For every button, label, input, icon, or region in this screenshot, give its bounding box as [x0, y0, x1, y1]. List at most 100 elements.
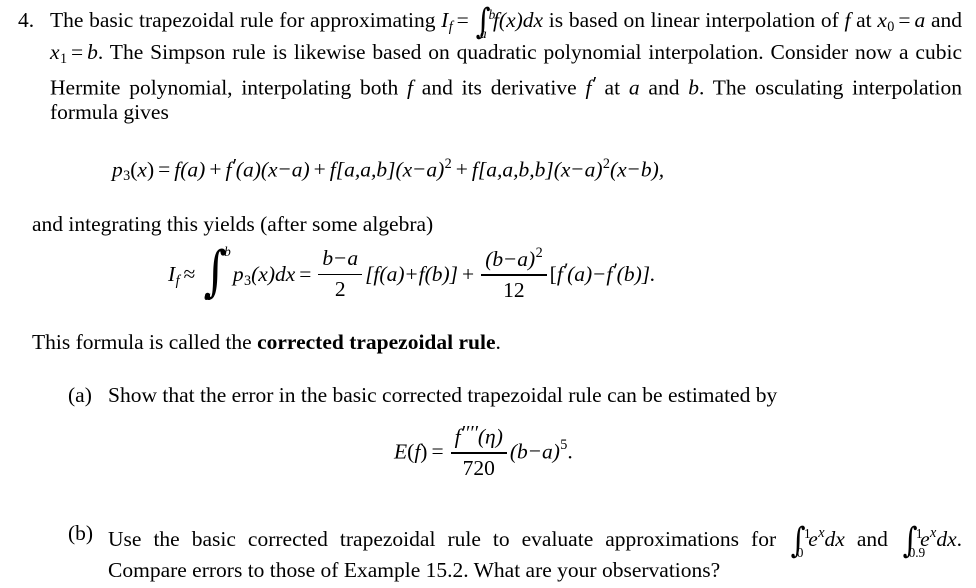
intro-text-2: is based on linear interpolation of — [543, 8, 845, 32]
intro-text-3: at — [850, 8, 878, 32]
list-item-number: 4. — [18, 8, 35, 32]
integral-lower-limit: a — [204, 287, 211, 303]
item-b-text-2: and — [844, 526, 900, 551]
paragraph-intro: The basic trapezoidal rule for approxima… — [50, 5, 962, 125]
intro-text-8: and — [639, 75, 689, 100]
error-tail-minus: − — [528, 439, 541, 464]
p3-plus-1: + — [209, 157, 222, 182]
paragraph-rule-name: This formula is called the corrected tra… — [32, 330, 932, 355]
fraction-numerator: b−a — [318, 246, 362, 272]
p3-term4-exponent: 2 — [602, 155, 610, 172]
trap-bracket1-plus: + — [405, 262, 418, 286]
integral-upper-limit: 1 — [804, 525, 811, 541]
p3-term3-dividef: [a,a,b](x — [335, 157, 413, 182]
p3-minus-4: − — [627, 157, 640, 182]
integrand-dx-2: dx — [936, 526, 957, 551]
integral-lower-limit: 0.9 — [908, 544, 926, 560]
document-page: 4. The basic trapezoidal rule for approx… — [0, 0, 976, 588]
p3-term1-arg: (a) — [180, 157, 206, 182]
item-b-text-1: Use the basic corrected trapezoidal rule… — [108, 526, 789, 551]
symbol-b: b — [87, 39, 98, 64]
p3-plus-3: + — [455, 157, 468, 182]
symbol-x0: x — [877, 8, 887, 32]
rule-name-emphasis: corrected trapezoidal rule — [257, 330, 496, 354]
rule-name-text-2: . — [495, 330, 501, 354]
p3-plus-2: + — [313, 157, 326, 182]
trap-p3: p — [232, 262, 244, 286]
p3-var-x: x — [137, 157, 147, 182]
frac1-b: b — [322, 246, 334, 271]
equation-corrected-trapezoidal: If ≈ ∫ b a p3(x)dx = b−a 2 [f(a)+f(b)] + (b−a)2 12 [f… — [168, 243, 656, 305]
p3-tail-open: (x — [609, 157, 627, 182]
equation-hermite-polynomial: p3(x) = f(a) + f′(a)(x−a) + f[a,a,b](x−a)2 + f[a… — [112, 155, 664, 185]
fraction-fourth-derivative-over-720: f′′′′(η) 720 — [450, 422, 507, 481]
frac2-minus: − — [504, 247, 517, 272]
error-tail-open: (b — [509, 439, 528, 464]
integrand-e-exponent: x — [818, 525, 825, 541]
p3-tail-close: b), — [640, 157, 665, 182]
intro-text-6: and its derivative — [412, 75, 586, 100]
frac1-a: a — [347, 246, 359, 271]
frac2-open: (b — [485, 247, 504, 272]
item-a-text: Show that the error in the basic correct… — [108, 383, 778, 407]
intro-text-4: and — [925, 8, 962, 32]
trap-p3-subscript: 3 — [244, 272, 252, 289]
equation-error-estimate: E(f) = f′′′′(η) 720 (b−a)5. — [394, 422, 573, 483]
p3-minus-3: − — [571, 157, 584, 182]
error-num-primes: ′′′′ — [460, 422, 478, 445]
fraction-numerator: f′′′′(η) — [451, 422, 507, 451]
intro-text-1: The basic trapezoidal rule for approxima… — [50, 8, 442, 32]
frac2-exponent: 2 — [535, 245, 543, 262]
p3-term3-exponent: 2 — [444, 155, 452, 172]
trap-bracket1-open: [f(a) — [365, 262, 405, 286]
paragraph-integrating: and integrating this yields (after some … — [32, 212, 434, 236]
integral-big-a-to-b: ∫ b a — [201, 243, 231, 303]
error-period: . — [567, 439, 573, 464]
p3-minus-2: − — [413, 157, 426, 182]
symbol-a: a — [914, 8, 926, 32]
equals-sign-3: = — [71, 39, 84, 64]
error-E: E — [394, 439, 408, 464]
integral-lower-limit: a — [479, 25, 487, 41]
equals-sign: = — [456, 8, 469, 32]
fraction-denominator: 2 — [334, 277, 346, 302]
p3-term4-close: a) — [584, 157, 603, 182]
p3-term3-close: a) — [426, 157, 445, 182]
error-equals: = — [431, 439, 444, 464]
fraction-bar — [450, 451, 507, 454]
trap-p3-arg: (x)dx — [251, 262, 296, 286]
fraction-denominator: 12 — [503, 278, 525, 303]
integral-upper-limit: b — [224, 244, 231, 260]
trap-bracket2-a: (a) — [567, 262, 593, 286]
integral-a-to-b: ∫ b a — [474, 5, 495, 41]
symbol-a-2: a — [628, 75, 640, 100]
p3-minus-1: − — [278, 157, 291, 182]
p3-equals: = — [158, 157, 171, 182]
integrand-dx: dx — [824, 526, 845, 551]
trap-bracket1-end: f(b)] — [418, 262, 459, 286]
item-b-label: (b) — [68, 521, 94, 545]
trap-equals: = — [299, 262, 312, 286]
trap-bracket2-b: (b)]. — [616, 262, 656, 286]
frac2-a: a) — [517, 247, 536, 272]
p3-term2-close: a) — [291, 157, 310, 182]
trap-bracket2-minus: − — [593, 262, 606, 286]
p3-term2-arg: (a)(x — [235, 157, 278, 182]
symbol-I-subscript: f — [448, 18, 453, 35]
symbol-b-2: b — [688, 75, 699, 100]
error-tail-a: a) — [541, 439, 560, 464]
trap-plus: + — [462, 262, 475, 286]
rule-name-text-1: This formula is called the — [32, 330, 258, 354]
equals-sign-2: = — [898, 8, 911, 32]
fraction-denominator: 720 — [462, 455, 495, 480]
symbol-x1: x — [50, 39, 60, 64]
symbol-x1-subscript: 1 — [59, 50, 68, 67]
integral-upper-limit: b — [488, 7, 496, 23]
integral-0-to-1: ∫ 1 0 — [789, 524, 811, 560]
fraction-b-minus-a-sq-over-12: (b−a)2 12 — [481, 245, 547, 303]
approx-sign: ≈ — [183, 262, 196, 286]
integrand-fxdx: f(x)dx — [492, 8, 544, 32]
error-num-eta: (η) — [477, 424, 503, 449]
p3-term4-dividef: [a,a,b,b](x — [477, 157, 571, 182]
fraction-numerator: (b−a)2 — [481, 245, 546, 273]
